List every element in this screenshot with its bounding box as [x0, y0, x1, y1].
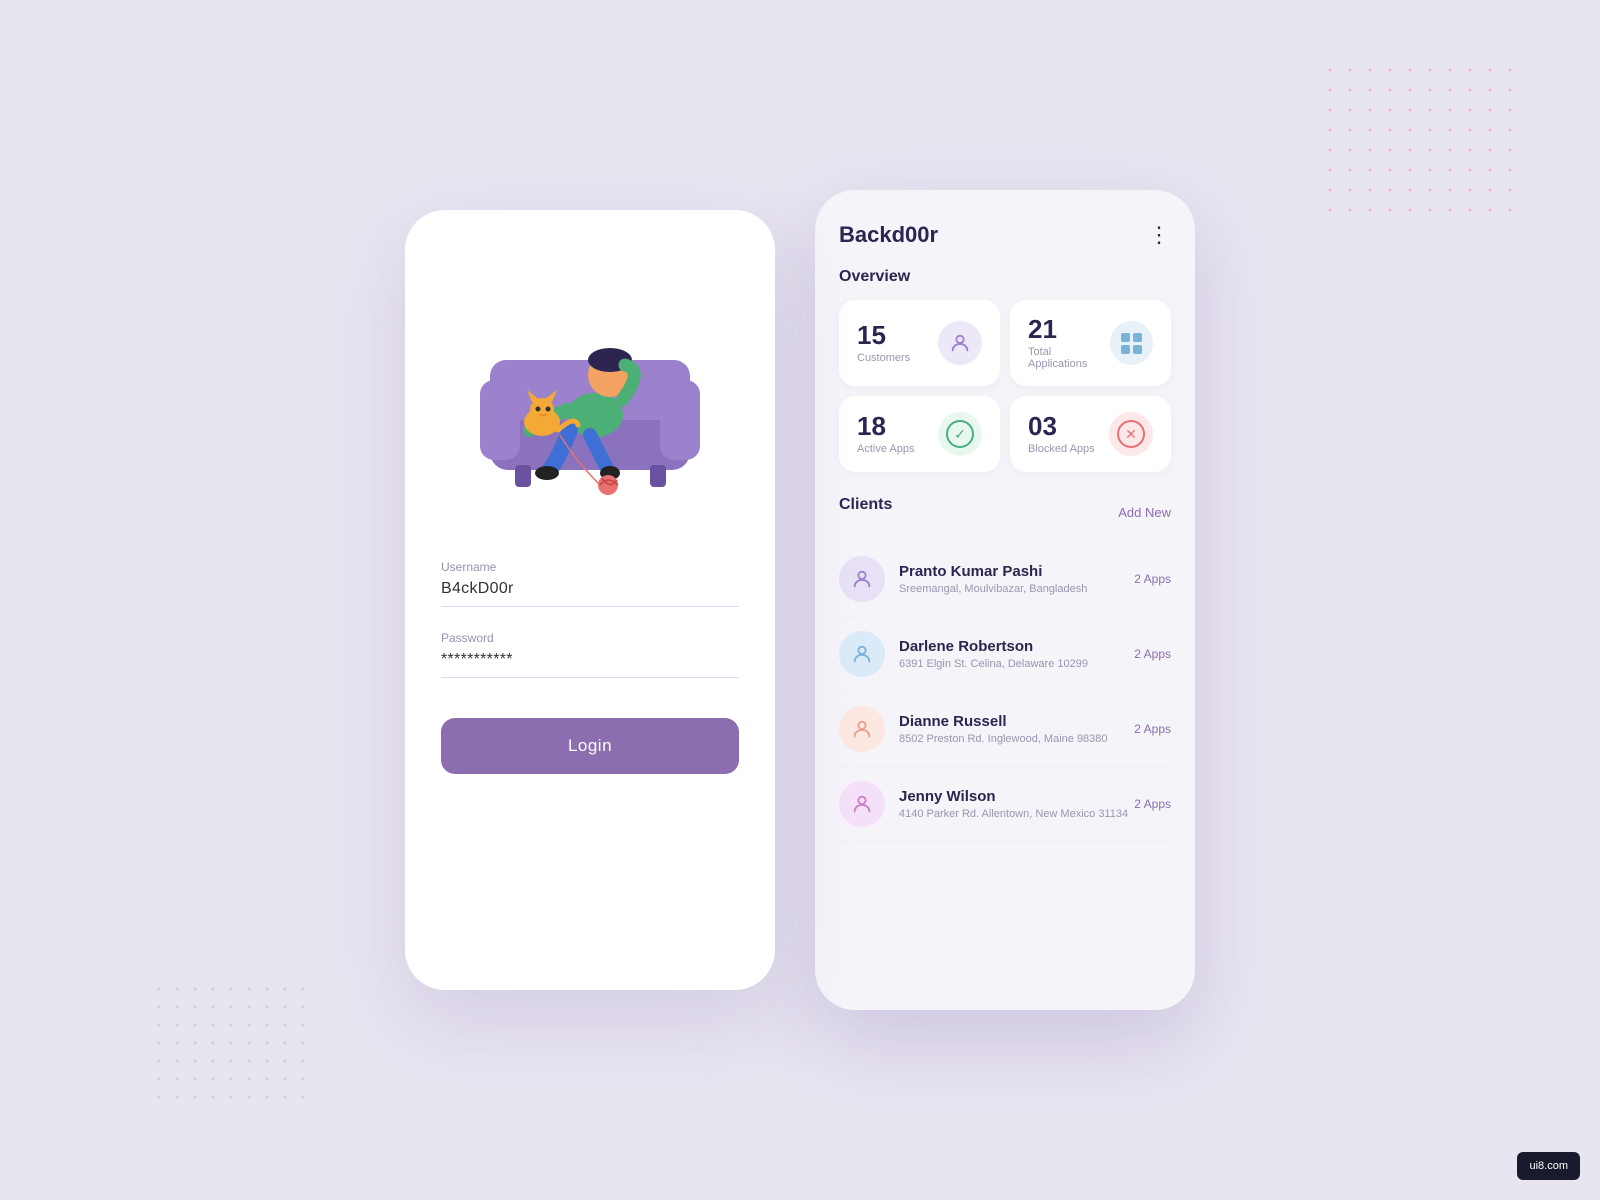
overview-grid: 15 Customers 21 Total Applications — [839, 300, 1171, 472]
blocked-apps-count: 03 — [1028, 413, 1095, 439]
dot-pattern-top-right — [1320, 60, 1520, 220]
client-name-4: Jenny Wilson — [899, 788, 1134, 805]
app-title: Backd00r — [839, 222, 938, 248]
client-apps-1: 2 Apps — [1134, 572, 1171, 586]
watermark: ui8.com — [1517, 1152, 1580, 1180]
client-avatar-3 — [839, 706, 885, 752]
phones-container: Username B4ckD00r Password *********** L… — [405, 190, 1195, 1010]
illustration — [441, 250, 739, 530]
dashboard-screen: Backd00r ⋮ Overview 15 Customers — [815, 190, 1195, 1010]
login-form: Username B4ckD00r Password *********** L… — [441, 560, 739, 774]
menu-dots[interactable]: ⋮ — [1148, 222, 1171, 248]
customers-count: 15 — [857, 322, 910, 348]
active-apps-icon: ✓ — [938, 412, 982, 456]
overview-title: Overview — [839, 268, 1171, 286]
client-apps-4: 2 Apps — [1134, 797, 1171, 811]
add-new-button[interactable]: Add New — [1118, 505, 1171, 520]
client-apps-2: 2 Apps — [1134, 647, 1171, 661]
login-button[interactable]: Login — [441, 718, 739, 774]
password-input[interactable]: *********** — [441, 651, 739, 678]
customers-icon — [938, 321, 982, 365]
blocked-apps-icon: ✕ — [1109, 412, 1153, 456]
active-apps-card[interactable]: 18 Active Apps ✓ — [839, 396, 1000, 472]
total-apps-card[interactable]: 21 Total Applications — [1010, 300, 1171, 386]
client-apps-3: 2 Apps — [1134, 722, 1171, 736]
client-avatar-2 — [839, 631, 885, 677]
login-screen: Username B4ckD00r Password *********** L… — [405, 210, 775, 990]
total-apps-count: 21 — [1028, 316, 1110, 342]
client-item[interactable]: Dianne Russell 8502 Preston Rd. Inglewoo… — [839, 692, 1171, 767]
active-apps-count: 18 — [857, 413, 914, 439]
client-address-4: 4140 Parker Rd. Allentown, New Mexico 31… — [899, 808, 1134, 820]
client-address-3: 8502 Preston Rd. Inglewood, Maine 98380 — [899, 733, 1134, 745]
client-address-2: 6391 Elgin St. Celina, Delaware 10299 — [899, 658, 1134, 670]
dot-pattern-bottom-left — [150, 980, 310, 1100]
dashboard-header: Backd00r ⋮ — [839, 222, 1171, 248]
client-item[interactable]: Jenny Wilson 4140 Parker Rd. Allentown, … — [839, 767, 1171, 842]
clients-header: Clients Add New — [839, 496, 1171, 528]
total-apps-icon — [1110, 321, 1153, 365]
active-apps-label: Active Apps — [857, 443, 914, 455]
username-label: Username — [441, 560, 739, 574]
username-input[interactable]: B4ckD00r — [441, 580, 739, 607]
client-item[interactable]: Darlene Robertson 6391 Elgin St. Celina,… — [839, 617, 1171, 692]
blocked-apps-card[interactable]: 03 Blocked Apps ✕ — [1010, 396, 1171, 472]
client-name-1: Pranto Kumar Pashi — [899, 563, 1134, 580]
client-list: Pranto Kumar Pashi Sreemangal, Moulvibaz… — [839, 542, 1171, 842]
client-avatar-1 — [839, 556, 885, 602]
customers-card[interactable]: 15 Customers — [839, 300, 1000, 386]
client-name-3: Dianne Russell — [899, 713, 1134, 730]
blocked-apps-label: Blocked Apps — [1028, 443, 1095, 455]
total-apps-label: Total Applications — [1028, 346, 1110, 370]
clients-title: Clients — [839, 496, 892, 514]
client-avatar-4 — [839, 781, 885, 827]
client-address-1: Sreemangal, Moulvibazar, Bangladesh — [899, 583, 1134, 595]
password-label: Password — [441, 631, 739, 645]
client-name-2: Darlene Robertson — [899, 638, 1134, 655]
client-item[interactable]: Pranto Kumar Pashi Sreemangal, Moulvibaz… — [839, 542, 1171, 617]
check-icon: ✓ — [946, 420, 974, 448]
x-icon: ✕ — [1117, 420, 1145, 448]
customers-label: Customers — [857, 352, 910, 364]
